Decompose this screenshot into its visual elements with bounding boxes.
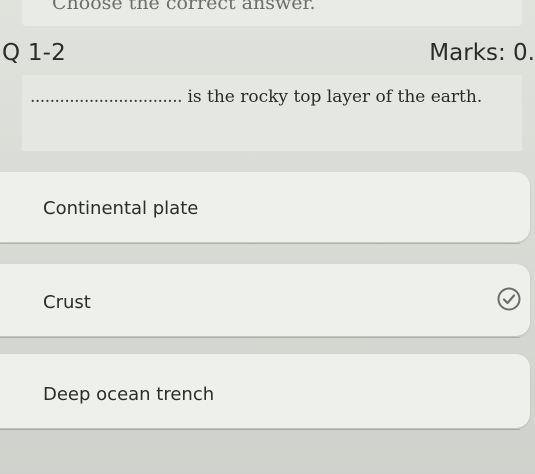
option-label: Continental plate — [43, 198, 199, 219]
option-label: Crust — [43, 292, 91, 313]
answer-blank: ............................... — [30, 87, 183, 107]
question-body: is the rocky top layer of the earth. — [187, 87, 483, 107]
marks-label: Marks: 0. — [429, 40, 535, 66]
option-label: Deep ocean trench — [43, 384, 215, 405]
question-number: Q 1-2 — [2, 40, 66, 66]
option-crust[interactable]: Crust — [0, 264, 530, 338]
option-deep-ocean-trench[interactable]: Deep ocean trench — [0, 354, 530, 430]
previous-question-panel: Choose the correct answer. — [22, 0, 522, 26]
check-circle-icon — [497, 287, 521, 311]
option-continental-plate[interactable]: Continental plate — [0, 172, 530, 244]
question-text: ............................... is the r… — [30, 84, 510, 110]
previous-instruction: Choose the correct answer. — [52, 0, 316, 14]
quiz-page: Choose the correct answer. Q 1-2 Marks: … — [0, 0, 535, 474]
question-box: ............................... is the r… — [22, 75, 522, 151]
